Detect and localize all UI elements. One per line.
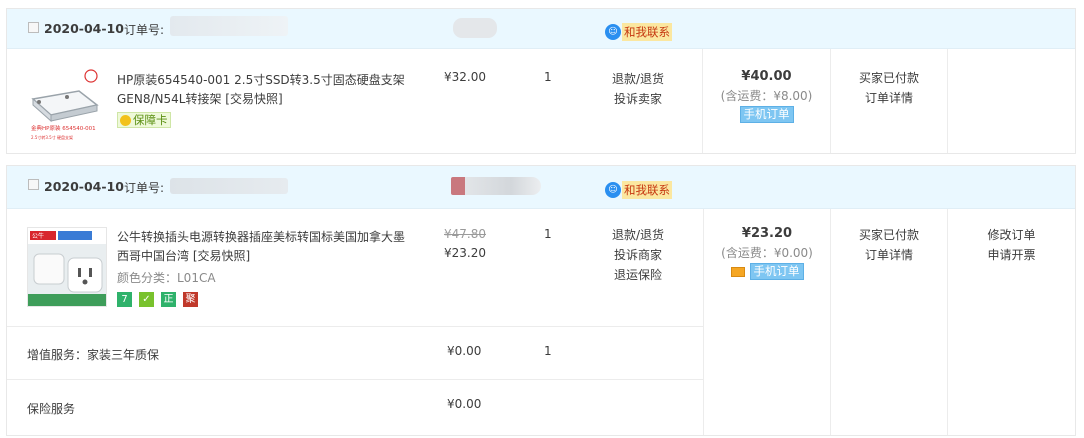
- service-badges: 7 ✓ 正 聚: [117, 292, 205, 307]
- order-status: 买家已付款: [858, 71, 919, 85]
- wangwang-icon: ☺: [605, 182, 621, 198]
- mobile-order-tag: 手机订单: [749, 263, 804, 280]
- order-total-block: ¥23.20 (含运费：¥0.00) 手机订单: [704, 225, 830, 280]
- guarantee-card-label: 保障卡: [133, 113, 168, 127]
- service-price: ¥0.00: [447, 344, 482, 358]
- order-date: 2020-04-10: [44, 179, 124, 194]
- order-ops-block: 修改订单 申请开票: [948, 225, 1075, 265]
- guarantee-icon[interactable]: ✓: [139, 292, 154, 307]
- quantity: 1: [544, 227, 552, 241]
- thumb-caption: 金典HP原装 654540-001: [31, 124, 96, 132]
- order-total: ¥40.00: [741, 69, 792, 84]
- service-price: ¥0.00: [447, 397, 482, 411]
- guarantee-card-badge[interactable]: 保障卡: [117, 112, 171, 128]
- refund-return-link[interactable]: 退款/退货: [603, 69, 673, 89]
- unit-price: ¥23.20: [444, 246, 486, 260]
- card-icon: [730, 266, 745, 277]
- product-thumbnail[interactable]: 金典HP原装 654540-001 2.5寸转3.5寸 硬盘支架: [27, 69, 105, 147]
- order-header: 2020-04-10 订单号: ☺ 和我联系: [7, 166, 1075, 209]
- service-row-warranty: 增值服务：家装三年质保: [27, 348, 160, 362]
- order-number-label: 订单号:: [124, 181, 165, 195]
- order-select-checkbox[interactable]: [28, 22, 39, 33]
- unit-price: ¥32.00: [444, 70, 486, 84]
- order-number-label: 订单号:: [124, 23, 165, 37]
- product-title-link[interactable]: HP原装654540-001 2.5寸SSD转3.5寸固态硬盘支架GEN8/N5…: [117, 71, 411, 109]
- seller-name-redacted: [453, 18, 497, 38]
- contact-seller-label: 和我联系: [622, 181, 672, 199]
- service-quantity: 1: [544, 344, 552, 358]
- refund-return-link[interactable]: 退款/退货: [603, 225, 673, 245]
- order-detail-link[interactable]: 订单详情: [831, 245, 947, 265]
- bulb-icon: [120, 114, 131, 126]
- original-price: ¥47.80: [444, 227, 486, 241]
- order-status-block: 买家已付款 订单详情: [831, 68, 947, 108]
- order-date: 2020-04-10: [44, 21, 124, 36]
- order-card-2: 2020-04-10 订单号: ☺ 和我联系 公牛 公牛转换插头电源转换器插座美…: [6, 165, 1076, 436]
- juhuasuan-icon[interactable]: 聚: [183, 292, 198, 307]
- seller-name-redacted: [451, 177, 541, 195]
- contact-seller-button[interactable]: ☺ 和我联系: [605, 181, 672, 199]
- divider: [947, 49, 948, 153]
- order-number-redacted: [170, 16, 288, 36]
- color-class: 颜色分类：L01CA: [117, 271, 216, 285]
- return-insurance-link[interactable]: 退运保险: [603, 265, 673, 285]
- order-detail-link[interactable]: 订单详情: [831, 88, 947, 108]
- quantity: 1: [544, 70, 552, 84]
- complain-seller-link[interactable]: 投诉卖家: [603, 89, 673, 109]
- plug-adapter-image: 公牛: [28, 228, 106, 306]
- thumb-caption: 公牛: [32, 232, 44, 240]
- svg-text:2.5寸转3.5寸 硬盘支架: 2.5寸转3.5寸 硬盘支架: [31, 134, 73, 140]
- ssd-bracket-image: 金典HP原装 654540-001 2.5寸转3.5寸 硬盘支架: [27, 69, 105, 147]
- order-header: 2020-04-10 订单号: ☺ 和我联系: [7, 9, 1075, 49]
- request-invoice-link[interactable]: 申请开票: [948, 245, 1075, 265]
- divider: [7, 379, 703, 380]
- order-select-checkbox[interactable]: [28, 179, 39, 190]
- shipping-fee: (含运费：¥8.00): [720, 89, 813, 103]
- contact-seller-button[interactable]: ☺ 和我联系: [605, 23, 672, 41]
- wangwang-icon: ☺: [605, 24, 621, 40]
- mobile-order-row: 手机订单: [704, 263, 830, 280]
- order-total-block: ¥40.00 (含运费：¥8.00) 手机订单: [703, 68, 830, 123]
- order-card-1: 2020-04-10 订单号: ☺ 和我联系 金典HP原装 654540-001…: [6, 8, 1076, 154]
- product-thumbnail[interactable]: 公牛: [27, 227, 107, 307]
- product-title-link[interactable]: 公牛转换插头电源转换器插座美标转国标美国加拿大墨西哥中国台湾 [交易快照]: [117, 228, 411, 266]
- order-total: ¥23.20: [741, 226, 793, 241]
- service-row-insurance: 保险服务: [27, 402, 76, 416]
- seven-day-return-icon[interactable]: 7: [117, 292, 132, 307]
- complain-seller-link[interactable]: 投诉商家: [603, 245, 673, 265]
- refund-actions: 退款/退货 投诉卖家: [603, 69, 673, 109]
- shipping-fee: (含运费：¥0.00): [721, 246, 813, 260]
- divider: [7, 326, 703, 327]
- genuine-icon[interactable]: 正: [161, 292, 176, 307]
- contact-seller-label: 和我联系: [622, 23, 672, 41]
- order-status: 买家已付款: [858, 228, 919, 242]
- order-number-redacted: [170, 178, 288, 194]
- mobile-order-tag: 手机订单: [739, 106, 794, 123]
- modify-order-link[interactable]: 修改订单: [948, 225, 1075, 245]
- refund-actions: 退款/退货 投诉商家 退运保险: [603, 225, 673, 285]
- order-status-block: 买家已付款 订单详情: [831, 225, 947, 265]
